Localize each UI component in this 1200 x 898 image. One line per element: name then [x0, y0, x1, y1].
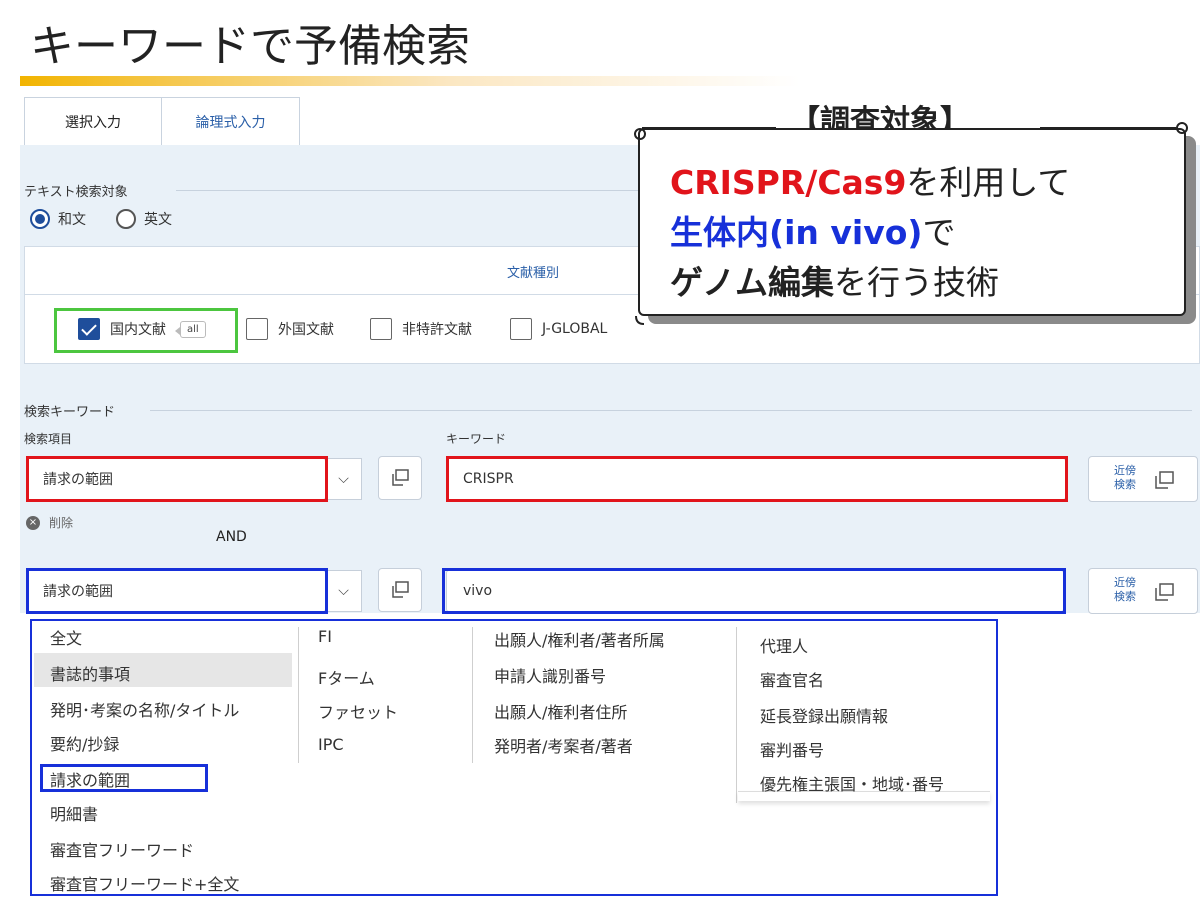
near-search-button-2[interactable]: 近傍 検索 [1088, 568, 1198, 614]
dropdown-option[interactable]: ファセット [318, 699, 398, 723]
highlight-frame-red [446, 456, 1068, 502]
checkbox-jglobal[interactable]: J-GLOBAL [510, 318, 607, 340]
highlight-frame-red [26, 456, 328, 502]
checkbox-nonpatent-label: 非特許文献 [402, 322, 472, 338]
checkbox-icon [246, 318, 268, 340]
dropdown-option[interactable]: 全文 [50, 625, 82, 649]
radio-english[interactable]: 英文 [116, 209, 172, 229]
checkbox-nonpatent[interactable]: 非特許文献 [370, 318, 472, 340]
doc-type-label[interactable]: 文献種別 [507, 262, 559, 281]
dropdown-option[interactable]: 審査官フリーワード [50, 837, 194, 861]
dropdown-option[interactable]: FI [318, 627, 332, 646]
checkbox-icon [370, 318, 392, 340]
divider [472, 627, 473, 763]
chevron-down-icon[interactable]: ⌵ [326, 570, 362, 612]
dropdown-option[interactable]: 発明者/考案者/著者 [494, 733, 633, 757]
scroll-curl-icon [634, 122, 1188, 325]
slide-title: キーワードで予備検索 [30, 21, 470, 72]
dropdown-option[interactable]: 延長登録出願情報 [760, 703, 888, 727]
dropdown-option[interactable]: Fターム [318, 665, 375, 689]
near-search-button-1[interactable]: 近傍 検索 [1088, 456, 1198, 502]
expand-button[interactable] [378, 568, 422, 612]
search-item-dropdown: 全文 書誌的事項 発明･考案の名称/タイトル 要約/抄録 請求の範囲 明細書 審… [30, 619, 998, 896]
expand-button[interactable] [378, 456, 422, 500]
input-mode-tabs: 選択入力 論理式入力 [24, 97, 300, 145]
near-search-label: 近傍 検索 [1114, 576, 1136, 603]
dropdown-option-highlighted[interactable]: 書誌的事項 [50, 661, 130, 685]
window-icon [1155, 471, 1174, 489]
title-underline [20, 76, 800, 86]
checkbox-icon [510, 318, 532, 340]
dropdown-option[interactable]: 発明･考案の名称/タイトル [50, 697, 239, 721]
dropdown-option[interactable]: 審判番号 [760, 737, 824, 761]
keyword-section-label: 検索キーワード [24, 405, 116, 420]
tab-logic-input[interactable]: 論理式入力 [162, 97, 300, 145]
divider [736, 627, 737, 803]
highlight-frame-blue [442, 568, 1066, 614]
radio-japanese-label: 和文 [58, 212, 86, 228]
window-icon [392, 469, 409, 486]
dropdown-option[interactable]: 出願人/権利者住所 [494, 699, 627, 723]
divider [298, 627, 299, 763]
dropdown-option[interactable]: 出願人/権利者/著者所属 [494, 627, 665, 651]
delete-label: 削除 [49, 516, 74, 530]
text-target-label: テキスト検索対象 [24, 185, 128, 200]
dropdown-option[interactable]: 代理人 [760, 633, 808, 657]
item-header: 検索項目 [24, 432, 73, 446]
keyword-header: キーワード [446, 432, 507, 446]
tab-selection-input[interactable]: 選択入力 [24, 97, 162, 145]
highlight-frame-blue [26, 568, 328, 614]
radio-japanese[interactable]: 和文 [30, 209, 86, 229]
operator-label: AND [216, 529, 247, 545]
dropdown-option[interactable]: 申請人識別番号 [494, 663, 606, 687]
radio-selected-icon [30, 209, 50, 229]
dropdown-option[interactable]: 要約/抄録 [50, 731, 119, 755]
delete-row-button[interactable]: × 削除 [26, 514, 73, 531]
near-search-label: 近傍 検索 [1114, 464, 1136, 491]
dropdown-option[interactable]: 明細書 [50, 801, 98, 825]
window-icon [392, 581, 409, 598]
dropdown-option[interactable]: 優先権主張国・地域･番号 [760, 771, 944, 795]
close-icon: × [26, 515, 40, 530]
highlight-frame-blue-small [40, 764, 208, 792]
checkbox-jglobal-label: J-GLOBAL [542, 321, 608, 337]
radio-english-label: 英文 [144, 212, 172, 228]
chevron-down-icon[interactable]: ⌵ [326, 458, 362, 500]
dropdown-option[interactable]: 審査官フリーワード+全文 [50, 871, 239, 895]
checkbox-foreign-label: 外国文献 [278, 322, 334, 338]
window-icon [1155, 583, 1174, 601]
dropdown-option[interactable]: 審査官名 [760, 667, 824, 691]
radio-unselected-icon [116, 209, 136, 229]
dropdown-option[interactable]: IPC [318, 735, 344, 754]
divider [150, 410, 1192, 411]
highlight-frame-green [54, 308, 238, 353]
checkbox-foreign[interactable]: 外国文献 [246, 318, 334, 340]
